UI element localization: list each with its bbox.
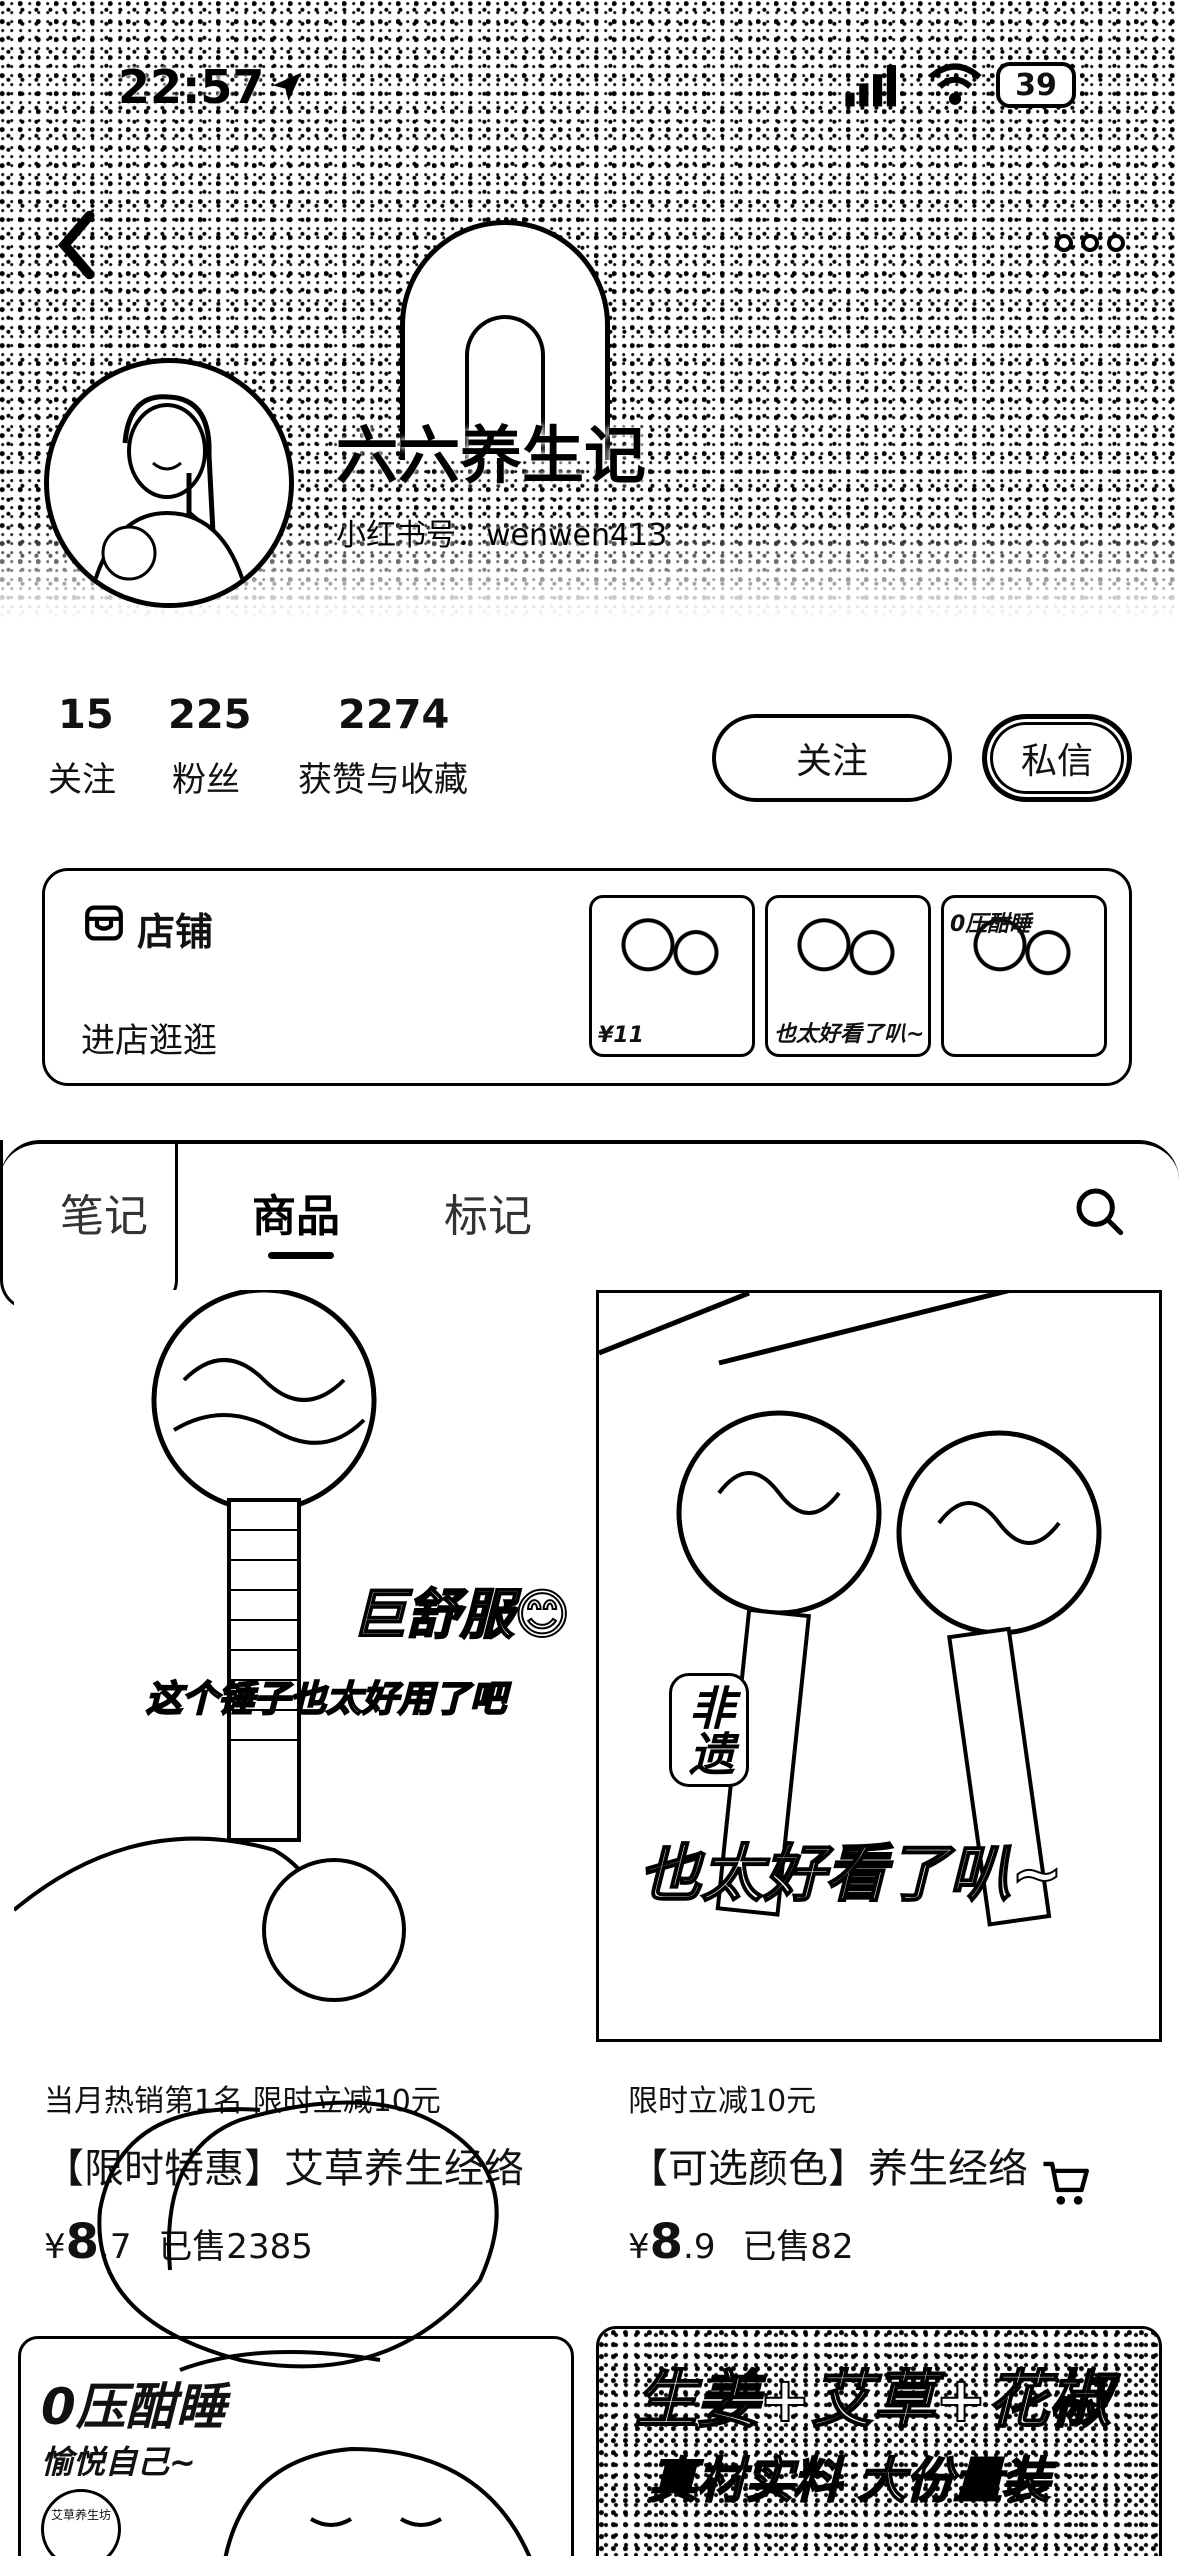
product-1-title[interactable]: 【限时特惠】艾草养生经络 <box>44 2136 524 2194</box>
product-3-overlay-2: 愉悦自己~ <box>41 2443 196 2481</box>
product-1-overlay-1: 巨舒服😊 <box>351 1582 571 1647</box>
tab-notes[interactable]: 笔记 <box>60 1180 148 1244</box>
avatar[interactable] <box>44 358 294 608</box>
product-4-overlay-2: 真材实料 大份量装 <box>648 2452 1051 2510</box>
follow-button[interactable]: 关注 <box>712 714 952 802</box>
product-2-title[interactable]: 【可选颜色】养生经络 <box>628 2136 1028 2194</box>
product-1-price: ¥8.7 已售2385 <box>44 2214 313 2270</box>
product-2-overlay-1: 非遗 <box>669 1673 749 1787</box>
message-button[interactable]: 私信 <box>982 714 1132 802</box>
product-3-overlay-1: 0压酣睡 <box>41 2378 226 2436</box>
cart-icon[interactable] <box>1040 2158 1092 2208</box>
profile-username: 六六养生记 <box>336 419 647 492</box>
more-options-icon[interactable] <box>1050 228 1130 258</box>
status-time: 22:57 <box>118 60 265 114</box>
product-1-overlay-2: 这个锤子也太好用了吧 <box>145 1678 507 1721</box>
shop-thumb-3[interactable]: 0压酣睡 <box>941 895 1107 1057</box>
product-2-promo: 限时立减10元 <box>628 2084 817 2119</box>
shop-thumb-1[interactable]: ¥11 <box>589 895 755 1057</box>
product-4-image[interactable]: 生姜+艾草+花椒 真材实料 大份量装 <box>596 2326 1162 2556</box>
sleeping-face-illustration-icon <box>223 2446 532 2556</box>
stat-likes-saves-value: 2274 <box>338 692 450 738</box>
product-1-sold: 已售2385 <box>158 2227 313 2267</box>
product-1-promo: 当月热销第1名 限时立减10元 <box>44 2084 441 2119</box>
twin-massage-hammers-illustration-icon <box>599 1293 1102 1927</box>
stat-likes-saves[interactable]: 2274 获赞与收藏 <box>298 692 468 801</box>
back-chevron-icon[interactable] <box>52 210 102 280</box>
product-2-currency: ¥ <box>628 2227 650 2267</box>
stat-following[interactable]: 15 关注 <box>48 692 116 801</box>
product-3-image[interactable]: 0压酣睡 愉悦自己~ 艾草养生坊 <box>18 2336 574 2556</box>
profile-xhs-id[interactable]: 小红书号：wenwen413 <box>336 510 667 554</box>
battery-indicator: 39 <box>996 62 1076 108</box>
stat-followers-label: 粉丝 <box>172 760 240 800</box>
product-1-currency: ¥ <box>44 2227 66 2267</box>
stat-followers-value: 225 <box>168 692 252 738</box>
tab-active-indicator <box>268 1252 334 1259</box>
product-2-price: ¥8.9 已售82 <box>628 2214 854 2270</box>
product-2-price-dec: .9 <box>683 2227 716 2267</box>
product-2-sold: 已售82 <box>742 2227 854 2267</box>
stat-following-label: 关注 <box>48 760 116 800</box>
shop-thumb-2-text: 也太好看了叭~ <box>774 1022 925 1047</box>
product-1-image[interactable]: 巨舒服😊 这个锤子也太好用了吧 <box>14 1290 580 2042</box>
product-2-price-int: 8 <box>649 2214 684 2270</box>
shop-thumb-2[interactable]: 也太好看了叭~ <box>765 895 931 1057</box>
product-4-overlay-1: 生姜+艾草+花椒 <box>634 2362 1112 2437</box>
massage-hammer-illustration-icon <box>14 1290 406 2002</box>
product-1-price-dec: .7 <box>99 2227 132 2267</box>
stat-followers[interactable]: 225 粉丝 <box>168 692 252 801</box>
search-icon[interactable] <box>1074 1186 1124 1236</box>
product-3-brand-seal: 艾草养生坊 <box>41 2489 121 2556</box>
shop-card[interactable]: 店铺 进店逛逛 ¥11 也太好看了叭~ 0压酣睡 <box>42 868 1132 1086</box>
shop-enter-link[interactable]: 进店逛逛 <box>81 1013 217 1062</box>
location-arrow-icon <box>272 72 302 102</box>
shop-title: 店铺 <box>137 910 214 954</box>
shop-thumb-1-text: ¥11 <box>598 1023 644 1048</box>
stat-likes-saves-label: 获赞与收藏 <box>298 760 468 800</box>
tab-marks[interactable]: 标记 <box>444 1180 532 1244</box>
stat-following-value: 15 <box>58 692 114 738</box>
product-1-price-int: 8 <box>65 2214 100 2270</box>
product-2-image[interactable]: 非遗 也太好看了叭~ <box>596 1290 1162 2042</box>
product-3-brand: 艾草养生坊 <box>50 2508 111 2522</box>
wifi-icon <box>928 63 982 105</box>
avatar-portrait-icon <box>87 394 251 603</box>
tab-products[interactable]: 商品 <box>252 1180 340 1244</box>
shop-icon <box>85 905 123 941</box>
shop-thumb-3-text: 0压酣睡 <box>950 912 1032 937</box>
cellular-signal-icon <box>845 65 896 107</box>
product-2-overlay-2: 也太好看了叭~ <box>638 1836 1064 1911</box>
